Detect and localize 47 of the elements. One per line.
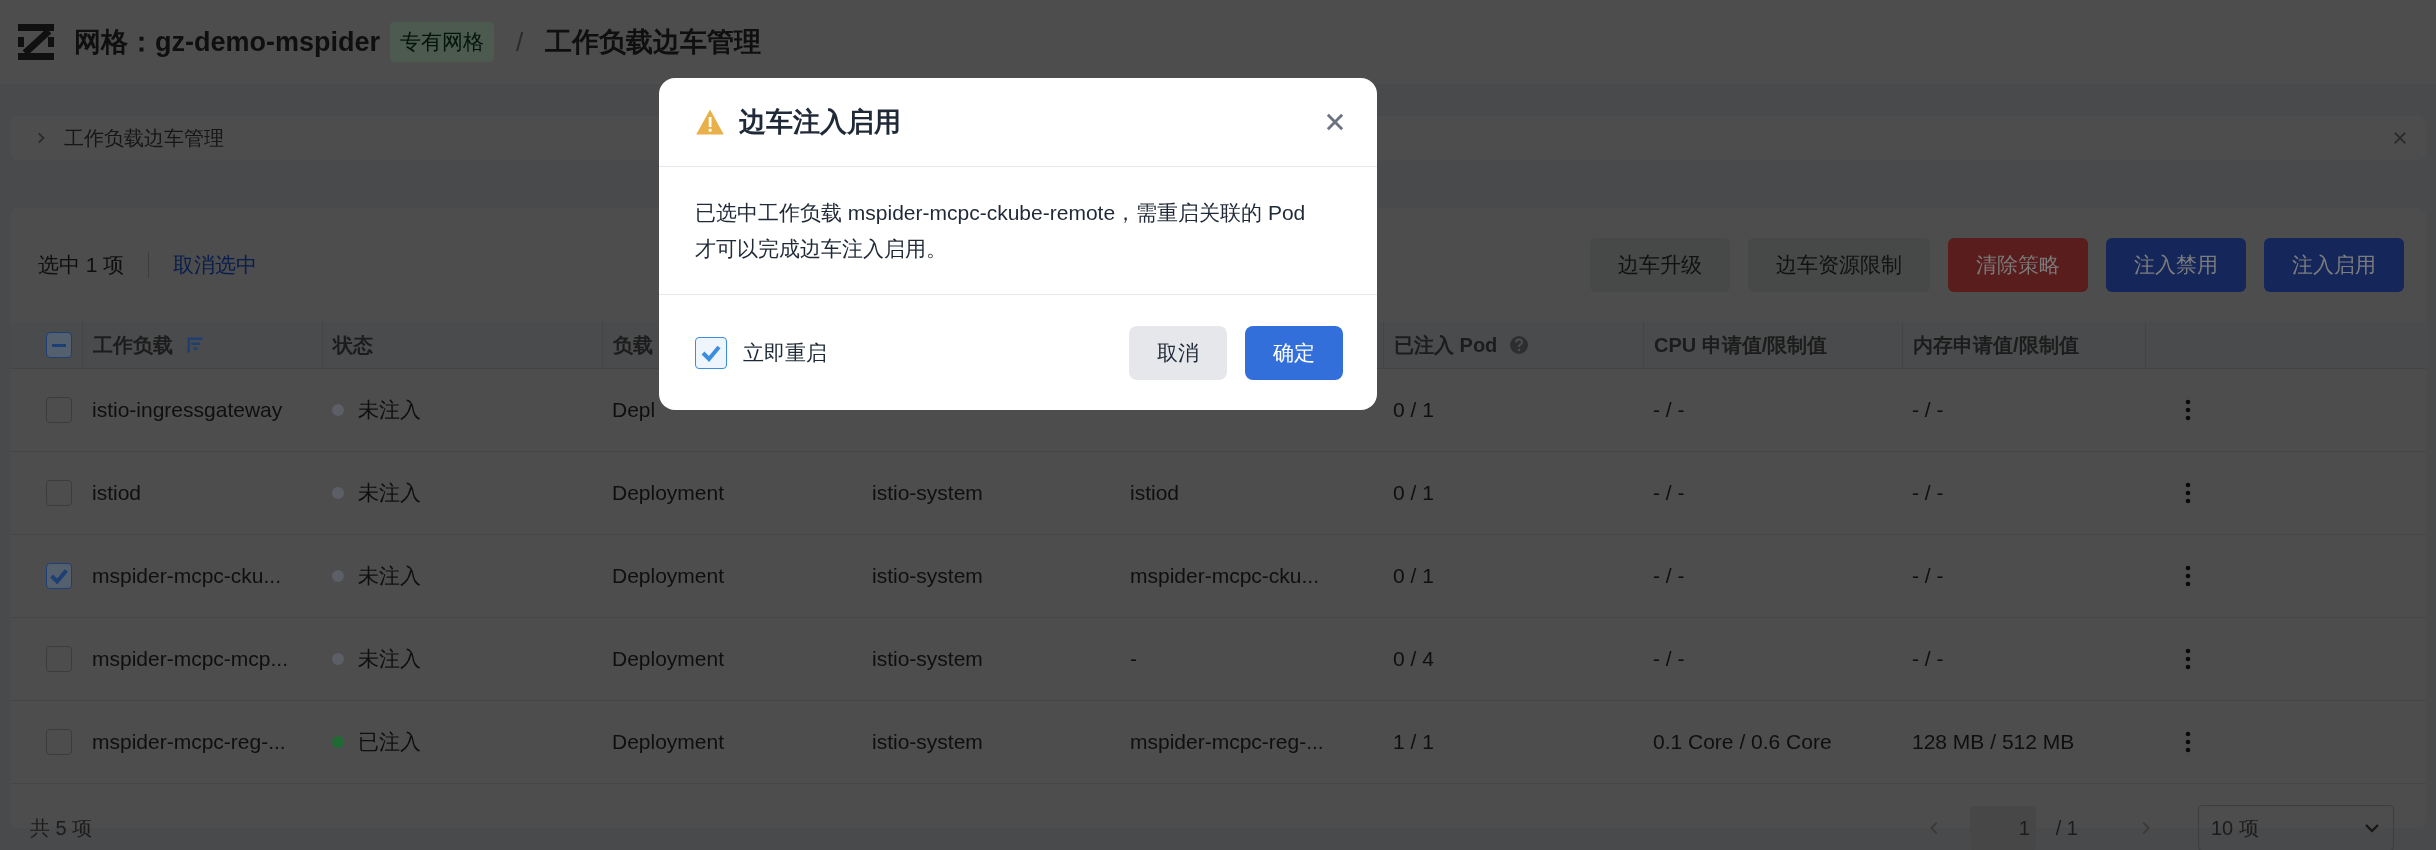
table-cell: - / - bbox=[1912, 564, 1944, 588]
table-cell: Deployment bbox=[612, 647, 725, 671]
table-cell: 0.1 Core / 0.6 Core bbox=[1653, 730, 1832, 754]
table-cell: 1 / 1 bbox=[1393, 730, 1434, 754]
table-cell: - / - bbox=[1653, 481, 1685, 505]
table-cell: Deployment bbox=[612, 564, 725, 588]
table-cell: Depl bbox=[612, 398, 656, 422]
table-cell: istio-ingressgateway bbox=[92, 398, 283, 422]
table-cell: mspider-mcpc-reg-... bbox=[92, 730, 286, 754]
table-cell: istiod bbox=[92, 481, 142, 505]
table-cell: Deployment bbox=[612, 730, 725, 754]
table-cell: Deployment bbox=[612, 481, 725, 505]
table-cell: 128 MB / 512 MB bbox=[1912, 730, 2075, 754]
table-cell: - / - bbox=[1912, 398, 1944, 422]
table-cell: - / - bbox=[1912, 481, 1944, 505]
table-cell: mspider-mcpc-cku... bbox=[1130, 564, 1320, 588]
table-cell: - / - bbox=[1653, 564, 1685, 588]
table-cell: istio-system bbox=[872, 647, 983, 671]
status-text: 已注入 bbox=[358, 729, 421, 755]
table-cell: istio-system bbox=[872, 564, 983, 588]
breadcrumb-separator: / bbox=[516, 26, 524, 58]
page-title: 工作负载边车管理 bbox=[545, 26, 762, 59]
table-cell: mspider-mcpc-cku... bbox=[92, 564, 282, 588]
mesh-label: 网格： bbox=[74, 26, 155, 59]
table-cell: mspider-mcpc-reg-... bbox=[1130, 730, 1324, 754]
table-cell: - / - bbox=[1912, 647, 1944, 671]
selection-count: 选中 1 项 bbox=[38, 252, 125, 278]
status-text: 未注入 bbox=[358, 563, 421, 589]
mesh-name: gz-demo-mspider bbox=[155, 26, 381, 58]
table-cell: 0 / 1 bbox=[1393, 564, 1434, 588]
table-cell: istio-system bbox=[872, 730, 983, 754]
status-text: 未注入 bbox=[358, 397, 421, 423]
table-cell: 0 / 1 bbox=[1393, 398, 1434, 422]
status-text: 未注入 bbox=[358, 480, 421, 506]
checkbox-label: 立即重启 bbox=[743, 339, 827, 366]
table-cell: - / - bbox=[1653, 647, 1685, 671]
table-cell: 0 / 4 bbox=[1393, 647, 1434, 671]
dialog-message: 已选中工作负载 mspider-mcpc-ckube-remote，需重启关联的 Pod 才可以完成边车注入启用。 bbox=[695, 201, 1306, 260]
table-cell: istio-system bbox=[872, 481, 983, 505]
table-cell: istiod bbox=[1130, 481, 1180, 505]
dialog-title: 边车注入启用 bbox=[739, 106, 901, 139]
table-cell: - bbox=[1130, 647, 1137, 671]
status-text: 未注入 bbox=[358, 646, 421, 672]
table-cell: - / - bbox=[1653, 398, 1685, 422]
mesh-type-badge: 专有网格 bbox=[390, 22, 495, 62]
table-cell: 0 / 1 bbox=[1393, 481, 1434, 505]
table-cell: mspider-mcpc-mcp... bbox=[92, 647, 289, 671]
